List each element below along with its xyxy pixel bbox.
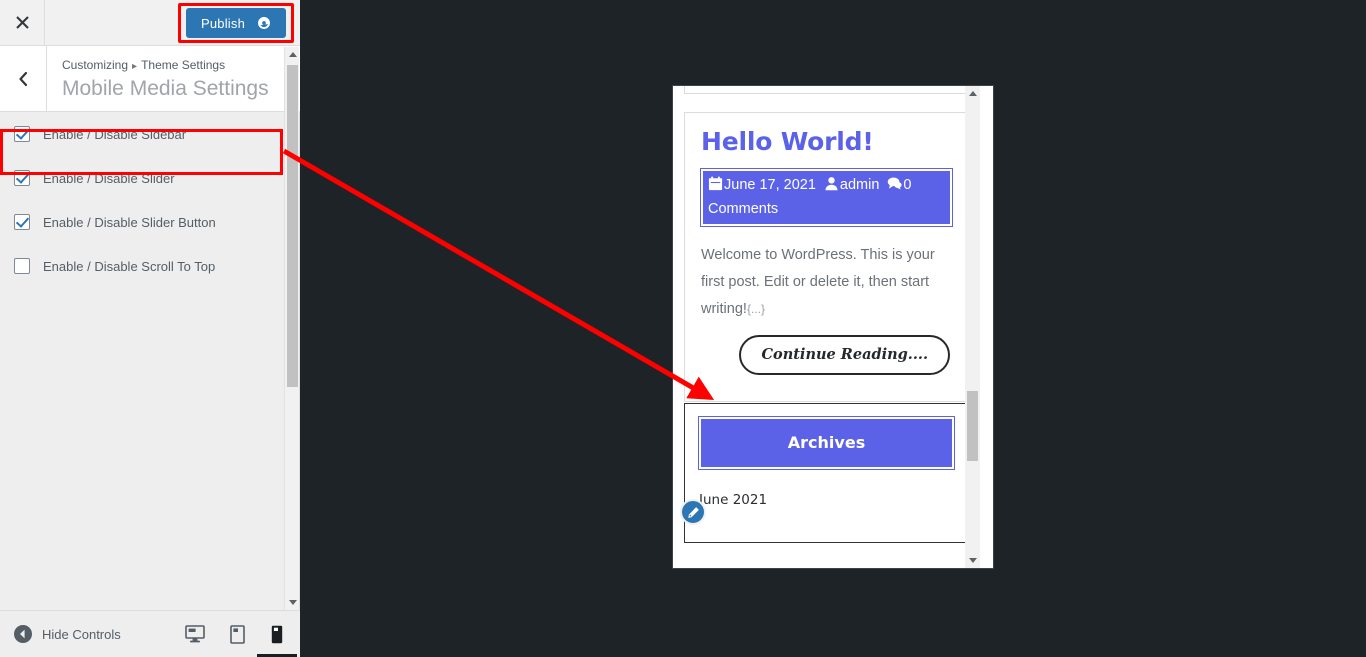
device-desktop-button[interactable] [175, 611, 215, 657]
post-date: June 17, 2021 [724, 177, 816, 193]
publish-button[interactable]: Publish [186, 8, 286, 38]
post-card: Hello World! June 17, 2021 admin 0 Comme… [684, 112, 969, 402]
checkbox-enable-disable-sidebar[interactable] [14, 126, 30, 142]
previous-post-card-cutoff [684, 86, 969, 94]
customizer-footer: Hide Controls [0, 610, 300, 657]
archives-widget: Archives June 2021 [684, 403, 969, 543]
post-excerpt-text: Welcome to WordPress. This is your first… [701, 247, 935, 317]
mobile-preview-frame: Hello World! June 17, 2021 admin 0 Comme… [672, 85, 994, 569]
option-enable-disable-scroll-to-top[interactable]: Enable / Disable Scroll To Top [0, 244, 285, 288]
panel-header: Customizing ▸ Theme Settings Mobile Media … [0, 46, 300, 112]
scroll-up-arrow-icon [288, 52, 297, 57]
scroll-down-arrow-icon [288, 600, 297, 605]
option-label: Enable / Disable Slider [43, 170, 175, 186]
publish-highlight-box: Publish [178, 3, 294, 43]
option-label: Enable / Disable Slider Button [43, 214, 216, 230]
publish-button-label: Publish [200, 15, 246, 31]
post-author: admin [839, 177, 880, 193]
breadcrumb-root[interactable]: Customizing [62, 58, 128, 72]
device-mobile-button[interactable] [257, 611, 297, 657]
scroll-up-arrow-icon [968, 91, 977, 96]
customizer-sidebar: Publish Customizing ▸ Theme Settings Mobil… [0, 0, 300, 657]
preview-scroll-down-button[interactable] [965, 553, 980, 568]
pencil-edit-icon [687, 506, 699, 518]
checkbox-enable-disable-slider-button[interactable] [14, 214, 30, 230]
archives-widget-title: Archives [698, 416, 955, 470]
calendar-icon [708, 176, 723, 191]
breadcrumb-section[interactable]: Theme Settings [141, 58, 225, 72]
archives-widget-item[interactable]: June 2021 [699, 492, 954, 508]
checkbox-enable-disable-scroll-to-top[interactable] [14, 258, 30, 274]
preview-scroll-up-button[interactable] [965, 86, 980, 101]
comment-icon [888, 177, 903, 190]
widget-edit-shortcut-button[interactable] [680, 499, 706, 525]
sidebar-scrollbar-thumb[interactable] [287, 65, 298, 387]
tablet-icon [229, 624, 245, 644]
option-label: Enable / Disable Scroll To Top [43, 258, 216, 274]
chevron-left-icon [19, 71, 28, 86]
option-enable-disable-slider-button[interactable]: Enable / Disable Slider Button [0, 200, 285, 244]
hide-controls-button[interactable]: Hide Controls [13, 624, 121, 644]
options-list: Enable / Disable Sidebar Enable / Disabl… [0, 112, 285, 288]
post-excerpt: Welcome to WordPress. This is your first… [701, 242, 952, 323]
back-button[interactable] [0, 46, 47, 111]
option-label: Enable / Disable Sidebar [43, 126, 187, 142]
option-enable-disable-sidebar[interactable]: Enable / Disable Sidebar [0, 112, 285, 156]
collapse-left-icon [14, 625, 32, 643]
post-meta-bar: June 17, 2021 admin 0 Comments [700, 168, 953, 227]
user-icon [825, 177, 838, 191]
page-title: Mobile Media Settings [62, 77, 269, 100]
hide-controls-label: Hide Controls [42, 626, 121, 642]
desktop-icon [185, 625, 205, 643]
breadcrumb-separator-icon: ▸ [132, 61, 138, 72]
checkbox-enable-disable-slider[interactable] [14, 170, 30, 186]
close-customizer-button[interactable] [0, 0, 45, 45]
sidebar-scrollbar[interactable] [284, 47, 299, 610]
scroll-down-arrow-icon [968, 558, 977, 563]
post-title[interactable]: Hello World! [701, 127, 952, 156]
continue-reading-button[interactable]: Continue Reading.... [739, 335, 950, 375]
read-more-row: Continue Reading.... [701, 335, 952, 375]
sidebar-scroll-up-button[interactable] [285, 47, 300, 62]
breadcrumb: Customizing ▸ Theme Settings [62, 58, 225, 72]
mobile-icon [271, 625, 283, 643]
customizer-screen: Publish Customizing ▸ Theme Settings Mobil… [0, 0, 1366, 657]
customizer-header: Publish [0, 0, 300, 46]
gear-icon [258, 17, 270, 29]
post-excerpt-ellipsis: {...} [746, 302, 765, 316]
preview-scrollbar-thumb[interactable] [967, 391, 978, 461]
preview-viewport: Hello World! June 17, 2021 admin 0 Comme… [673, 86, 980, 568]
preview-stage: Hello World! June 17, 2021 admin 0 Comme… [301, 0, 1366, 657]
device-tablet-button[interactable] [217, 611, 257, 657]
sidebar-scroll-down-button[interactable] [285, 595, 300, 610]
preview-scrollbar[interactable] [965, 86, 980, 568]
close-icon [15, 16, 29, 29]
option-enable-disable-slider[interactable]: Enable / Disable Slider [0, 156, 285, 200]
